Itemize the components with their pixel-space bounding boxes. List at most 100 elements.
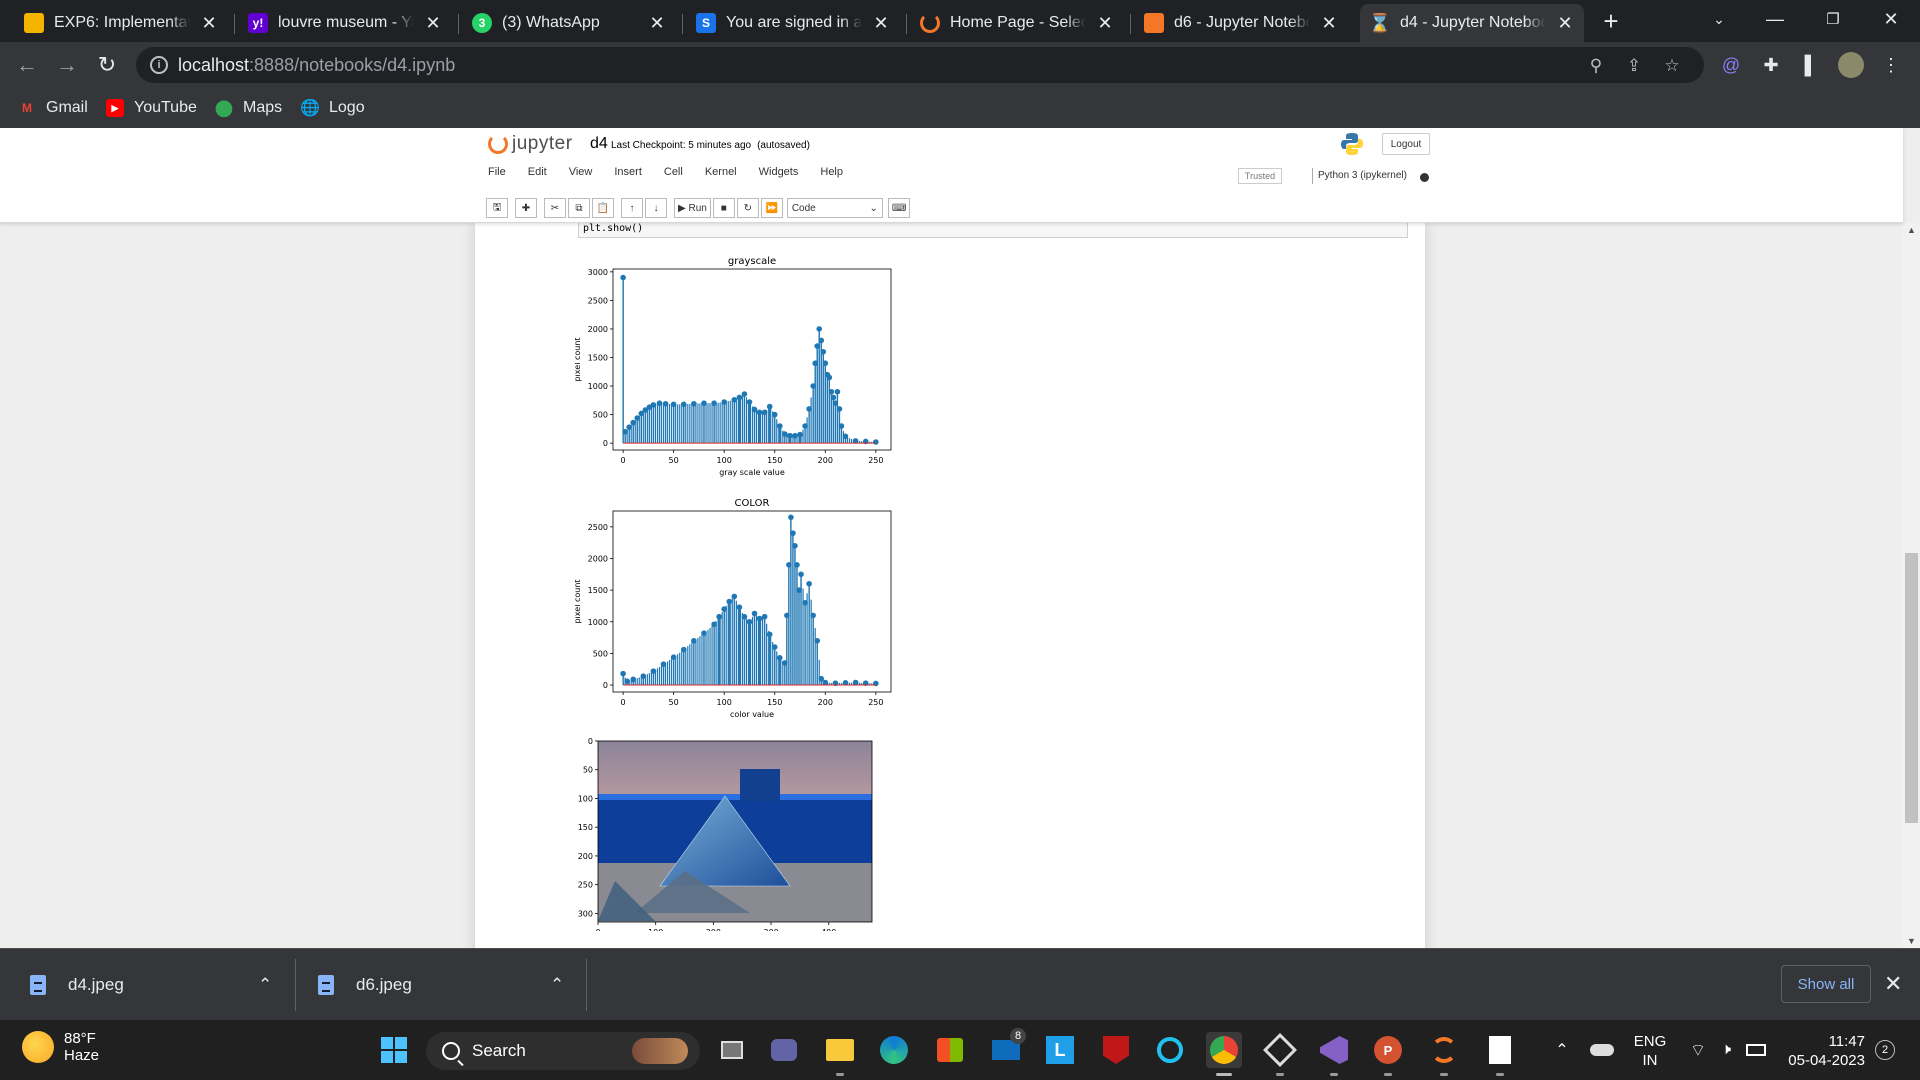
tab-whatsapp[interactable]: 3 (3) WhatsApp ✕ [462,4,676,42]
insert-cell-icon[interactable]: ✚ [515,198,537,218]
bookmark-star-icon[interactable]: ☆ [1662,56,1682,76]
notebook-menubar: File Edit View Insert Cell Kernel Widget… [488,166,865,186]
show-all-downloads-button[interactable]: Show all [1781,965,1871,1003]
address-bar[interactable]: i localhost:8888/notebooks/d4.ipynb ⚲ ⇪ … [136,47,1704,83]
task-view-icon[interactable] [714,1032,750,1068]
bookmark-youtube[interactable]: ▶ YouTube [106,96,197,120]
chrome-icon[interactable] [1206,1032,1242,1076]
file-explorer-icon[interactable] [822,1032,858,1076]
menu-help[interactable]: Help [820,166,843,186]
chrome-menu-icon[interactable]: ⋮ [1878,52,1904,78]
scrollbar-thumb[interactable] [1905,553,1918,823]
notebook-name[interactable]: d4 [590,135,608,153]
scroll-down-icon[interactable]: ▼ [1907,936,1916,946]
battery-icon[interactable] [1738,1032,1774,1068]
notebook-scroll-area[interactable]: plt.show() grayscale pixel count gray sc… [0,223,1903,948]
url-text[interactable]: localhost:8888/notebooks/d4.ipynb [178,55,455,76]
code-cell-input[interactable]: plt.show() [578,223,1408,238]
tab-search-icon[interactable]: ⌄ [1696,0,1742,38]
download-item-d6[interactable]: d6.jpeg [318,949,412,1021]
move-up-icon[interactable]: ↑ [621,198,643,218]
language-indicator[interactable]: ENG IN [1630,1032,1670,1070]
show-hidden-icons-icon[interactable]: ⌃ [1544,1032,1580,1068]
cortana-icon[interactable] [1152,1032,1188,1068]
share-icon[interactable]: ⇪ [1624,56,1644,76]
copy-icon[interactable]: ⧉ [568,198,590,218]
menu-view[interactable]: View [569,166,593,186]
tab-close-icon[interactable]: ✕ [422,13,444,34]
bookmark-gmail[interactable]: M Gmail [18,96,88,120]
mcafee-icon[interactable] [1098,1032,1134,1068]
cut-icon[interactable]: ✂ [544,198,566,218]
trusted-badge[interactable]: Trusted [1238,168,1282,184]
menu-edit[interactable]: Edit [528,166,547,186]
reload-button[interactable]: ↻ [92,50,122,80]
system-clock[interactable]: 11:47 05-04-2023 [1775,1032,1865,1070]
restart-icon[interactable]: ↻ [736,198,759,218]
tab-d6-notebook[interactable]: d6 - Jupyter Notebook ✕ [1134,4,1348,42]
lens-app-icon[interactable]: L [1042,1032,1078,1068]
extension-icon[interactable]: @ [1718,52,1744,78]
close-downloads-icon[interactable]: ✕ [1884,971,1902,997]
page-scrollbar[interactable]: ▲ ▼ [1903,223,1920,948]
back-button[interactable]: ← [12,50,42,80]
bookmark-maps[interactable]: ⬤ Maps [215,96,282,120]
bookmark-logo[interactable]: 🌐 Logo [300,96,365,120]
menu-widgets[interactable]: Widgets [759,166,799,186]
site-info-icon[interactable]: i [150,56,168,74]
run-button[interactable]: ▶ Run [674,198,711,218]
microsoft-store-icon[interactable] [932,1032,968,1068]
taskbar-search[interactable]: Search [426,1032,700,1070]
scroll-up-icon[interactable]: ▲ [1907,225,1916,235]
menu-kernel[interactable]: Kernel [705,166,737,186]
powerpoint-icon[interactable]: P [1370,1032,1406,1076]
zoom-icon[interactable]: ⚲ [1586,56,1606,76]
tab-close-icon[interactable]: ✕ [198,13,220,34]
document-file-icon[interactable] [1482,1032,1518,1076]
tab-close-icon[interactable]: ✕ [1094,13,1116,34]
puzzle-extensions-icon[interactable]: ✚ [1758,52,1784,78]
download-item-d4[interactable]: d4.jpeg [30,949,124,1021]
tab-close-icon[interactable]: ✕ [1318,13,1340,34]
paste-icon[interactable]: 📋 [592,198,614,218]
tab-d4-notebook[interactable]: ⌛ d4 - Jupyter Notebook ✕ [1360,4,1584,42]
close-window-button[interactable]: ✕ [1868,0,1914,38]
download-options-chevron-icon[interactable]: ⌃ [550,949,564,1021]
tab-close-icon[interactable]: ✕ [646,13,668,34]
teams-chat-icon[interactable] [766,1032,802,1068]
visual-studio-icon[interactable] [1316,1032,1352,1076]
restore-button[interactable]: ❐ [1810,0,1856,38]
save-icon[interactable]: 🖫 [486,198,508,218]
kernel-name[interactable]: Python 3 (ipykernel) [1312,168,1407,184]
tab-jupyter-home[interactable]: Home Page - Select or ✕ [910,4,1124,42]
edge-browser-icon[interactable] [876,1032,912,1068]
menu-cell[interactable]: Cell [664,166,683,186]
download-options-chevron-icon[interactable]: ⌃ [258,949,272,1021]
interrupt-icon[interactable]: ■ [712,198,735,218]
new-tab-button[interactable]: + [1588,2,1634,40]
start-button[interactable] [376,1032,412,1068]
move-down-icon[interactable]: ↓ [645,198,667,218]
tab-close-icon[interactable]: ✕ [1554,13,1576,34]
jupyter-app-icon[interactable] [1426,1032,1462,1076]
fast-forward-icon[interactable]: ⏩ [760,198,783,218]
profile-avatar[interactable] [1838,52,1864,78]
notification-count-badge[interactable]: 2 [1875,1040,1895,1060]
tab-close-icon[interactable]: ✕ [870,13,892,34]
jupyter-logo[interactable]: jupyter [488,133,573,155]
logout-button[interactable]: Logout [1382,133,1430,155]
mail-icon[interactable]: 8 [988,1028,1026,1068]
cell-type-select[interactable]: Code ⌄ [786,198,883,218]
tab-louvre-yahoo[interactable]: y! louvre museum - Yahoo ✕ [238,4,452,42]
menu-insert[interactable]: Insert [614,166,642,186]
unity-icon[interactable] [1262,1032,1298,1076]
forward-button[interactable]: → [52,50,82,80]
tab-signed-in[interactable]: S You are signed in as 2 ✕ [686,4,900,42]
onedrive-cloud-icon[interactable] [1584,1032,1620,1068]
minimize-button[interactable]: — [1752,0,1798,38]
weather-widget[interactable]: 88°F Haze [22,1030,99,1064]
side-panel-icon[interactable]: ▌ [1798,52,1824,78]
menu-file[interactable]: File [488,166,506,186]
command-palette-icon[interactable]: ⌨ [887,198,911,218]
tab-exp6[interactable]: EXP6: Implementation ✕ [14,4,228,42]
